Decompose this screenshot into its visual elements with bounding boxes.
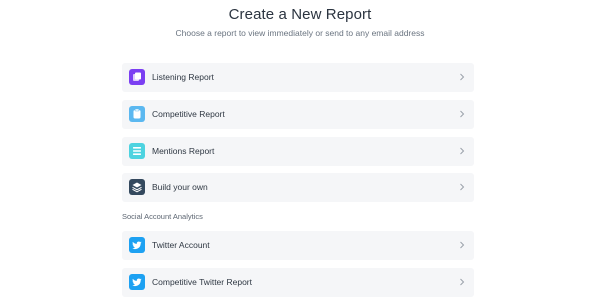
competitive-twitter-report-option[interactable]: Competitive Twitter Report [122, 268, 474, 297]
page-title: Create a New Report [228, 6, 372, 23]
competitive-twitter-report-label: Competitive Twitter Report [152, 277, 252, 287]
chevron-right-icon [460, 147, 465, 155]
listening-report-label: Listening Report [152, 72, 214, 82]
listening-report-option[interactable]: Listening Report [122, 63, 474, 92]
chevron-right-icon [460, 241, 465, 249]
page-subtitle: Choose a report to view immediately or s… [175, 28, 425, 38]
listening-report-icon [129, 69, 145, 85]
create-report-page: Create a New Report Choose a report to v… [0, 0, 600, 298]
mentions-report-icon [129, 143, 145, 159]
competitive-report-option[interactable]: Competitive Report [122, 100, 474, 129]
mentions-report-option[interactable]: Mentions Report [122, 137, 474, 166]
build-your-own-label: Build your own [152, 182, 208, 192]
mentions-report-label: Mentions Report [152, 146, 215, 156]
chevron-right-icon [460, 73, 465, 81]
twitter-account-option[interactable]: Twitter Account [122, 231, 474, 260]
chevron-right-icon [460, 110, 465, 118]
twitter-icon [129, 274, 145, 290]
chevron-right-icon [460, 278, 465, 286]
layers-icon [129, 179, 145, 195]
competitive-report-label: Competitive Report [152, 109, 225, 119]
twitter-icon [129, 237, 145, 253]
twitter-account-label: Twitter Account [152, 240, 210, 250]
social-account-analytics-heading: Social Account Analytics [122, 212, 203, 221]
competitive-report-icon [129, 106, 145, 122]
chevron-right-icon [460, 183, 465, 191]
build-your-own-option[interactable]: Build your own [122, 173, 474, 202]
